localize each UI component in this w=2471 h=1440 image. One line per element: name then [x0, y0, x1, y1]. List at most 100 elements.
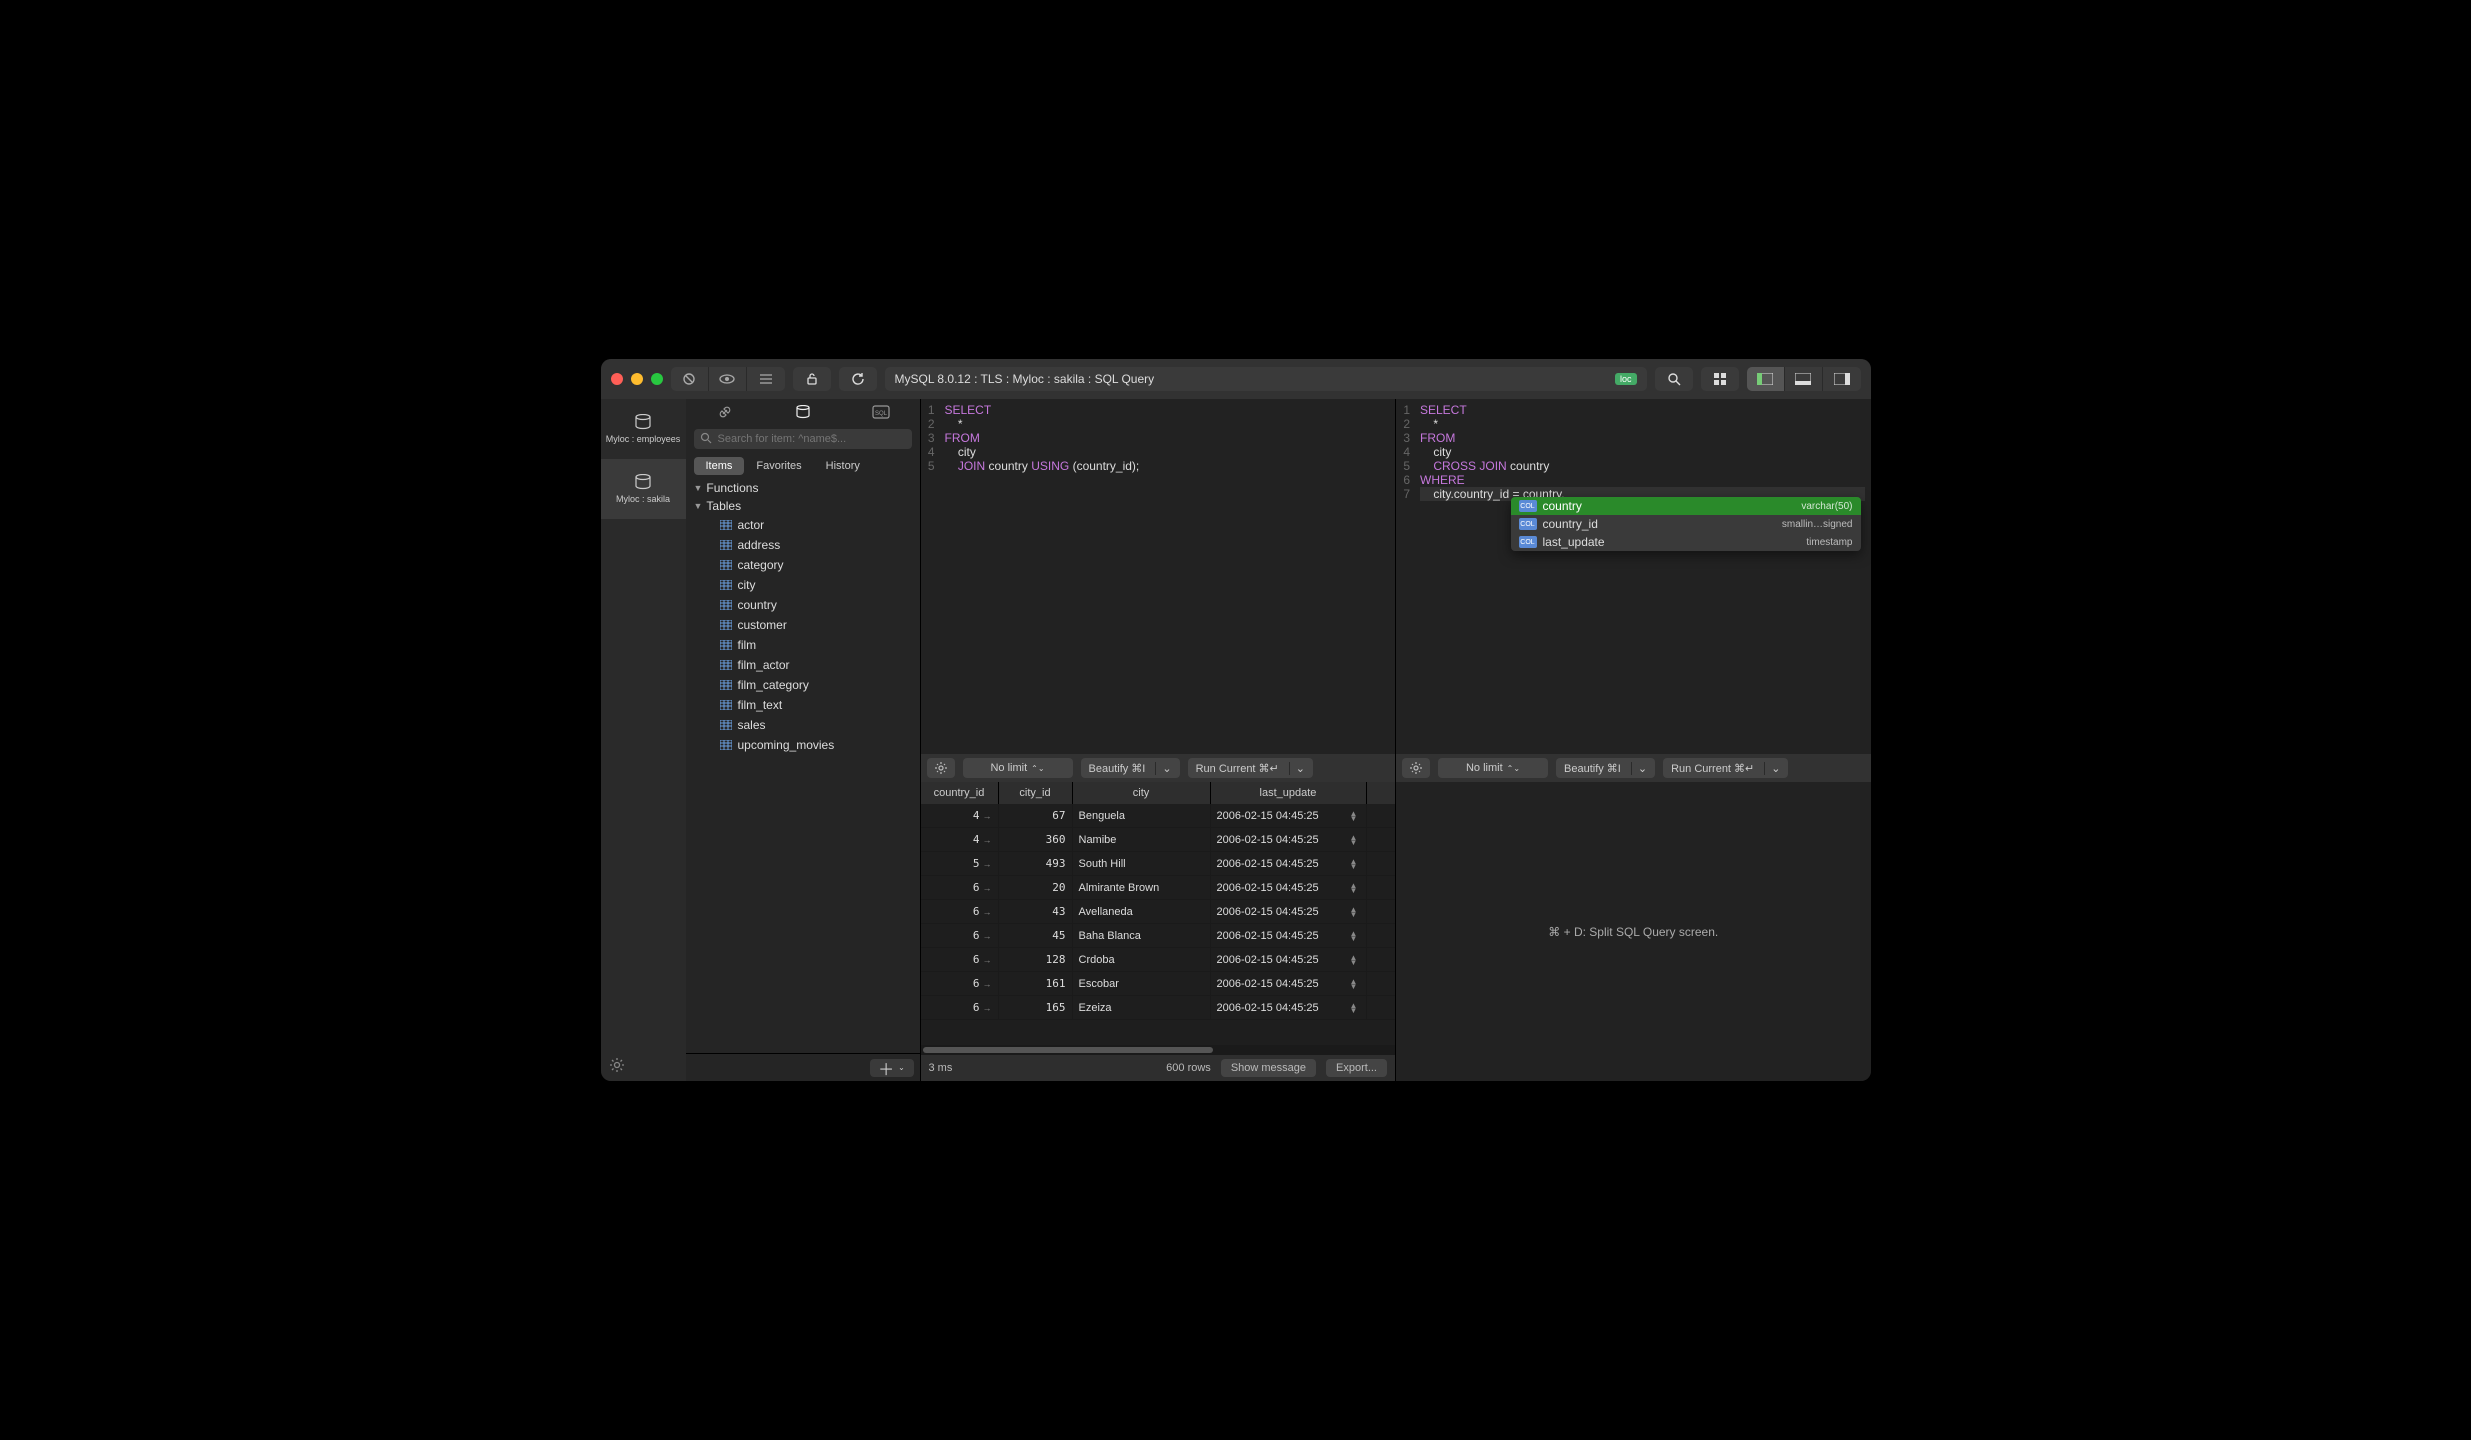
table-header: country_id city_id city last_update	[921, 782, 1396, 804]
query-settings[interactable]	[927, 758, 955, 778]
search-input[interactable]	[694, 429, 912, 449]
sidebar-tabs: SQL	[686, 399, 920, 425]
th-country-id[interactable]: country_id	[921, 782, 999, 804]
table-film_category[interactable]: film_category	[686, 675, 920, 695]
close-window[interactable]	[611, 373, 623, 385]
table-row[interactable]: 6→161Escobar2006-02-15 04:45:25▲▼	[921, 972, 1396, 996]
table-row[interactable]: 6→165Ezeiza2006-02-15 04:45:25▲▼	[921, 996, 1396, 1020]
runbar-left: No limit⌃⌄ Beautify ⌘I⌄ Run Current ⌘↵⌄	[921, 754, 1396, 782]
table-row[interactable]: 6→43Avellaneda2006-02-15 04:45:25▲▼	[921, 900, 1396, 924]
layout-left[interactable]	[1747, 367, 1785, 391]
run-button[interactable]: Run Current ⌘↵⌄	[1663, 758, 1788, 778]
th-last-update[interactable]: last_update	[1211, 782, 1367, 804]
fk-arrow-icon: →	[983, 955, 992, 965]
sql-editor-left[interactable]: 12345 SELECT *FROM city JOIN country USI…	[921, 399, 1396, 754]
tab-connection[interactable]	[705, 402, 745, 422]
grid-button[interactable]	[1701, 367, 1739, 391]
limit-select[interactable]: No limit⌃⌄	[963, 758, 1073, 778]
layout-right[interactable]	[1823, 367, 1861, 391]
fk-arrow-icon: →	[983, 907, 992, 917]
fk-arrow-icon: →	[983, 835, 992, 845]
code-area[interactable]: SELECT *FROM city CROSS JOIN countryWHER…	[1414, 399, 1871, 754]
seg-history[interactable]: History	[814, 457, 872, 475]
stepper-icon[interactable]: ▲▼	[1348, 1003, 1360, 1013]
show-message-button[interactable]: Show message	[1221, 1059, 1316, 1077]
table-row[interactable]: 4→67Benguela2006-02-15 04:45:25▲▼	[921, 804, 1396, 828]
row-count: 600 rows	[1166, 1062, 1211, 1074]
table-row[interactable]: 6→20Almirante Brown2006-02-15 04:45:25▲▼	[921, 876, 1396, 900]
stepper-icon[interactable]: ▲▼	[1348, 859, 1360, 869]
layout-group	[1747, 367, 1861, 391]
autocomplete-country[interactable]: COLcountryvarchar(50)	[1511, 497, 1861, 515]
table-film[interactable]: film	[686, 635, 920, 655]
left-pane: 12345 SELECT *FROM city JOIN country USI…	[921, 399, 1396, 1081]
sql-editor-right[interactable]: 1234567 SELECT *FROM city CROSS JOIN cou…	[1396, 399, 1871, 754]
table-category[interactable]: category	[686, 555, 920, 575]
stepper-icon[interactable]: ▲▼	[1348, 835, 1360, 845]
seg-favorites[interactable]: Favorites	[744, 457, 813, 475]
autocomplete-popup: COLcountryvarchar(50)COLcountry_idsmalli…	[1511, 497, 1861, 551]
column-icon: COL	[1519, 536, 1537, 548]
breadcrumb[interactable]: MySQL 8.0.12 : TLS : Myloc : sakila : SQ…	[885, 367, 1647, 391]
layout-bottom[interactable]	[1785, 367, 1823, 391]
rows-button[interactable]	[747, 367, 785, 391]
autocomplete-last_update[interactable]: COLlast_updatetimestamp	[1511, 533, 1861, 551]
table-actor[interactable]: actor	[686, 515, 920, 535]
table-icon	[720, 600, 732, 610]
tree-functions[interactable]: ▼Functions	[686, 479, 920, 497]
export-button[interactable]: Export...	[1326, 1059, 1387, 1077]
query-settings[interactable]	[1402, 758, 1430, 778]
table-icon	[720, 640, 732, 650]
zoom-window[interactable]	[651, 373, 663, 385]
table-film_actor[interactable]: film_actor	[686, 655, 920, 675]
tree-tables[interactable]: ▼Tables	[686, 497, 920, 515]
table-row[interactable]: 5→493South Hill2006-02-15 04:45:25▲▼	[921, 852, 1396, 876]
stepper-icon[interactable]: ▲▼	[1348, 955, 1360, 965]
table-upcoming_movies[interactable]: upcoming_movies	[686, 735, 920, 755]
table-country[interactable]: country	[686, 595, 920, 615]
th-city[interactable]: city	[1073, 782, 1211, 804]
seg-items[interactable]: Items	[694, 457, 745, 475]
fk-arrow-icon: →	[983, 811, 992, 821]
lock-button[interactable]	[793, 367, 831, 391]
table-row[interactable]: 4→360Namibe2006-02-15 04:45:25▲▼	[921, 828, 1396, 852]
stepper-icon[interactable]: ▲▼	[1348, 811, 1360, 821]
stop-button[interactable]	[671, 367, 709, 391]
table-row[interactable]: 6→45Baha Blanca2006-02-15 04:45:25▲▼	[921, 924, 1396, 948]
table-address[interactable]: address	[686, 535, 920, 555]
beautify-button[interactable]: Beautify ⌘I⌄	[1081, 758, 1180, 778]
refresh-button[interactable]	[839, 367, 877, 391]
h-scrollbar[interactable]	[921, 1045, 1396, 1055]
scroll-thumb[interactable]	[923, 1047, 1213, 1053]
limit-select[interactable]: No limit⌃⌄	[1438, 758, 1548, 778]
search-button[interactable]	[1655, 367, 1693, 391]
beautify-button[interactable]: Beautify ⌘I⌄	[1556, 758, 1655, 778]
stepper-icon[interactable]: ▲▼	[1348, 907, 1360, 917]
table-row[interactable]: 6→128Crdoba2006-02-15 04:45:25▲▼	[921, 948, 1396, 972]
tab-sql[interactable]: SQL	[861, 402, 901, 422]
connection-employees[interactable]: Myloc : employees	[601, 399, 686, 459]
stepper-icon[interactable]: ▲▼	[1348, 979, 1360, 989]
stepper-icon[interactable]: ▲▼	[1348, 931, 1360, 941]
autocomplete-country_id[interactable]: COLcountry_idsmallin…signed	[1511, 515, 1861, 533]
add-button[interactable]: ＋⌄	[870, 1059, 914, 1077]
run-button[interactable]: Run Current ⌘↵⌄	[1188, 758, 1313, 778]
connection-sakila[interactable]: Myloc : sakila	[601, 459, 686, 519]
schema-tree: ▼Functions ▼Tables actoraddresscategoryc…	[686, 479, 920, 1053]
preview-button[interactable]	[709, 367, 747, 391]
runbar-right: No limit⌃⌄ Beautify ⌘I⌄ Run Current ⌘↵⌄	[1396, 754, 1871, 782]
breadcrumb-text: MySQL 8.0.12 : TLS : Myloc : sakila : SQ…	[895, 372, 1155, 386]
stepper-icon[interactable]: ▲▼	[1348, 883, 1360, 893]
tab-database[interactable]	[783, 402, 823, 422]
table-city[interactable]: city	[686, 575, 920, 595]
table-body[interactable]: 4→67Benguela2006-02-15 04:45:25▲▼4→360Na…	[921, 804, 1396, 1045]
th-city-id[interactable]: city_id	[999, 782, 1073, 804]
table-film_text[interactable]: film_text	[686, 695, 920, 715]
segment-tabs: Items Favorites History	[686, 453, 920, 479]
table-sales[interactable]: sales	[686, 715, 920, 735]
table-customer[interactable]: customer	[686, 615, 920, 635]
column-icon: COL	[1519, 518, 1537, 530]
code-area[interactable]: SELECT *FROM city JOIN country USING (co…	[939, 399, 1396, 754]
minimize-window[interactable]	[631, 373, 643, 385]
settings-button[interactable]	[601, 1049, 686, 1081]
